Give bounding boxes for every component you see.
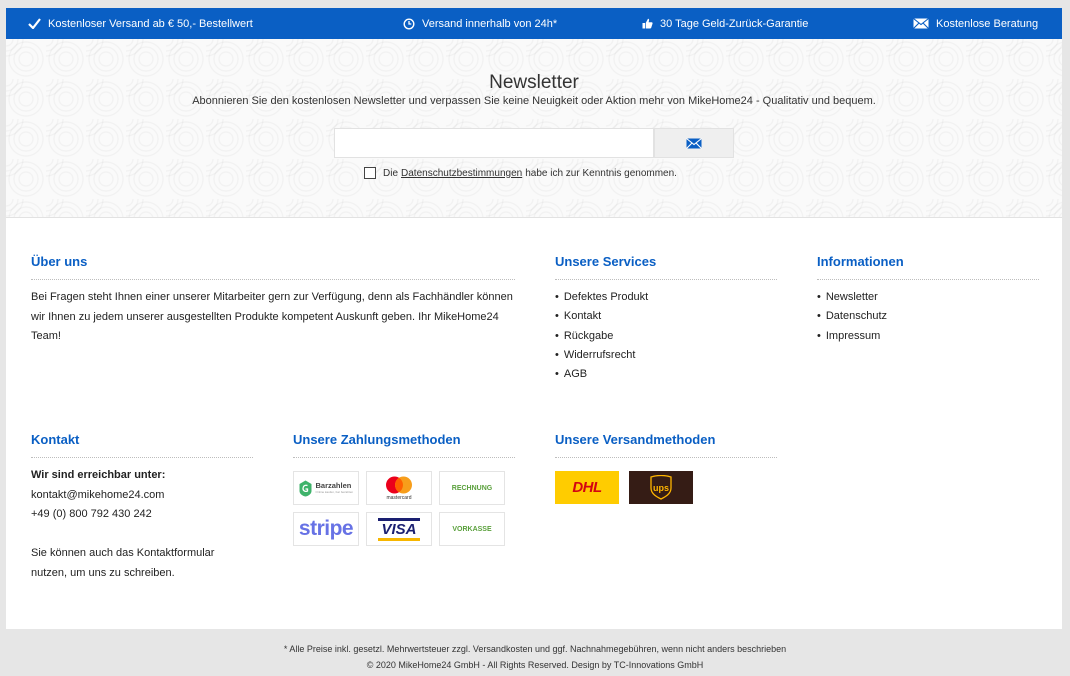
mastercard-label: mastercard bbox=[386, 494, 412, 501]
copyright: © 2020 MikeHome24 GmbH - All Rights Rese… bbox=[366, 660, 704, 670]
usp-free-consulting: Kostenlose Beratung bbox=[913, 8, 1038, 39]
info-link-privacy[interactable]: Datenschutz bbox=[817, 307, 887, 326]
payment-prepayment: VORKASSE bbox=[439, 512, 505, 546]
services-link-defective-product[interactable]: Defektes Produkt bbox=[555, 288, 648, 307]
shipping-ups: ups bbox=[629, 471, 693, 504]
visa-label: VISA bbox=[381, 520, 417, 538]
privacy-consent-checkbox[interactable] bbox=[364, 167, 376, 179]
contact-heading: Kontakt bbox=[31, 432, 80, 447]
price-disclaimer: * Alle Preise inkl. gesetzl. Mehrwertste… bbox=[283, 644, 787, 654]
checkmark-icon bbox=[28, 18, 41, 29]
clock-icon bbox=[403, 17, 415, 30]
contact-spacer bbox=[31, 525, 261, 545]
shipping-dhl: DHL bbox=[555, 471, 619, 504]
footer-main: Newsletter Abonnieren Sie den kostenlose… bbox=[6, 39, 1062, 629]
usp-free-consulting-label: Kostenlose Beratung bbox=[936, 17, 1039, 30]
usp-free-shipping: Kostenloser Versand ab € 50,- Bestellwer… bbox=[28, 8, 253, 39]
info-list: Newsletter Datenschutz Impressum bbox=[817, 288, 887, 346]
payment-heading: Unsere Zahlungsmethoden bbox=[293, 432, 461, 447]
about-text: Bei Fragen steht Ihnen einer unserer Mit… bbox=[31, 291, 513, 342]
usp-bar: Kostenloser Versand ab € 50,- Bestellwer… bbox=[6, 8, 1062, 39]
payment-barzahlen: Barzahlen Online kaufen, bar bezahlen bbox=[293, 471, 359, 505]
contact-phone: +49 (0) 800 792 430 242 bbox=[31, 508, 152, 520]
payment-divider bbox=[293, 457, 515, 458]
barzahlen-label: Barzahlen bbox=[315, 481, 352, 490]
payment-stripe: stripe bbox=[293, 512, 359, 546]
barzahlen-logo-icon bbox=[299, 480, 311, 496]
barzahlen-sub: Online kaufen, bar bezahlen bbox=[315, 490, 354, 494]
services-list: Defektes Produkt Kontakt Rückgabe Widerr… bbox=[555, 288, 648, 384]
shipping-heading: Unsere Versandmethoden bbox=[555, 432, 716, 447]
usp-free-shipping-label: Kostenloser Versand ab € 50,- Bestellwer… bbox=[48, 17, 253, 30]
invoice-label: RECHNUNG bbox=[451, 484, 493, 492]
privacy-policy-link[interactable]: Datenschutzbestimmungen bbox=[401, 168, 522, 179]
envelope-icon bbox=[913, 18, 929, 29]
services-link-contact[interactable]: Kontakt bbox=[555, 307, 648, 326]
visa-bottom-stripe bbox=[378, 537, 420, 541]
usp-shipping-time-label: Versand innerhalb von 24h* bbox=[422, 17, 558, 30]
prepayment-label: VORKASSE bbox=[452, 525, 492, 533]
usp-shipping-time: Versand innerhalb von 24h* bbox=[403, 8, 557, 39]
info-link-imprint[interactable]: Impressum bbox=[817, 327, 887, 346]
usp-money-back: 30 Tage Geld-Zurück-Garantie bbox=[642, 8, 808, 39]
info-divider bbox=[817, 279, 1039, 280]
dhl-logo: DHL bbox=[572, 479, 602, 496]
payment-visa: VISA bbox=[366, 512, 432, 546]
services-link-agb[interactable]: AGB bbox=[555, 365, 648, 384]
contact-divider bbox=[31, 457, 253, 458]
services-heading: Unsere Services bbox=[555, 254, 657, 269]
newsletter-title: Newsletter bbox=[489, 72, 579, 93]
envelope-icon bbox=[686, 137, 702, 149]
usp-money-back-label: 30 Tage Geld-Zurück-Garantie bbox=[660, 17, 809, 30]
info-link-newsletter[interactable]: Newsletter bbox=[817, 288, 887, 307]
newsletter-section: Newsletter Abonnieren Sie den kostenlose… bbox=[6, 39, 1062, 218]
newsletter-subtitle: Abonnieren Sie den kostenlosen Newslette… bbox=[192, 95, 876, 107]
shipping-divider bbox=[555, 457, 777, 458]
mastercard-logo-icon bbox=[386, 476, 412, 493]
legal-footer: * Alle Preise inkl. gesetzl. Mehrwertste… bbox=[0, 641, 1070, 673]
services-link-return[interactable]: Rückgabe bbox=[555, 327, 648, 346]
payment-invoice: RECHNUNG bbox=[439, 471, 505, 505]
consent-suffix: habe ich zur Kenntnis genommen. bbox=[525, 167, 677, 179]
newsletter-email-input[interactable] bbox=[334, 128, 654, 158]
services-divider bbox=[555, 279, 777, 280]
newsletter-consent: Die Datenschutzbestimmungen habe ich zur… bbox=[364, 167, 677, 179]
about-divider bbox=[31, 279, 515, 280]
contact-email-link[interactable]: kontakt@mikehome24.com bbox=[31, 486, 261, 506]
contact-block: Wir sind erreichbar unter: kontakt@mikeh… bbox=[31, 466, 261, 583]
contact-reach-label: Wir sind erreichbar unter: bbox=[31, 469, 166, 481]
about-heading: Über uns bbox=[31, 254, 88, 269]
newsletter-submit-button[interactable] bbox=[654, 128, 734, 158]
consent-prefix: Die bbox=[383, 167, 399, 179]
info-heading: Informationen bbox=[817, 254, 904, 269]
contact-form-note: Sie können auch das Kontaktformular nutz… bbox=[31, 547, 215, 579]
thumbs-up-icon bbox=[642, 18, 653, 29]
services-link-withdrawal[interactable]: Widerrufsrecht bbox=[555, 346, 648, 365]
stripe-label: stripe bbox=[298, 517, 354, 540]
ups-logo-text: ups bbox=[652, 482, 669, 493]
barzahlen-text: Barzahlen Online kaufen, bar bezahlen bbox=[315, 481, 354, 495]
payment-mastercard: mastercard bbox=[366, 471, 432, 505]
